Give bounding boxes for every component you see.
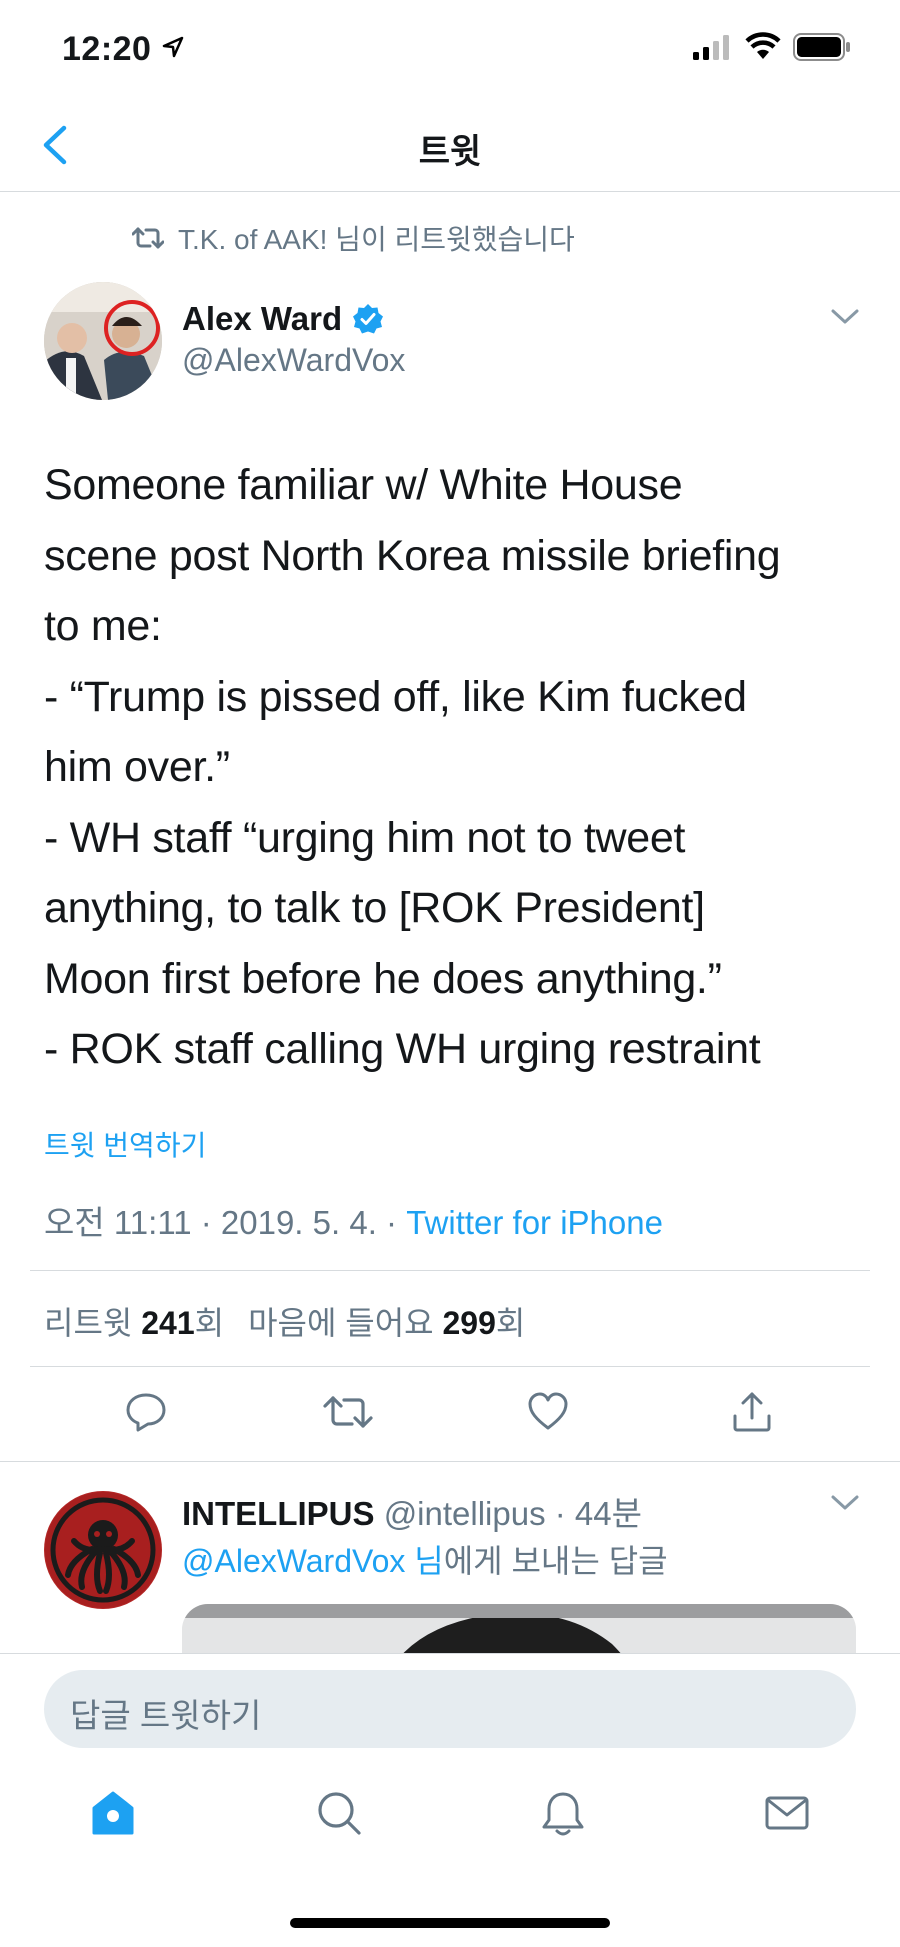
reply-header: INTELLIPUS @intellipus · 44분 <box>182 1487 642 1535</box>
like-count: 299 <box>442 1305 496 1341</box>
tweet-line: - ROK staff calling WH urging restraint <box>44 1025 761 1073</box>
hydra-logo-icon <box>45 1492 161 1608</box>
home-indicator <box>290 1918 610 1928</box>
chevron-down-icon[interactable] <box>830 1494 860 1512</box>
bottom-panel: 답글 트윗하기 <box>0 1653 900 1947</box>
reply-compose-input[interactable]: 답글 트윗하기 <box>44 1670 856 1748</box>
replying-to: @AlexWardVox 님에게 보내는 답글 <box>182 1536 668 1582</box>
author-name[interactable]: Alex Ward <box>182 300 384 338</box>
tweet-line: him over.” <box>44 743 230 791</box>
retweet-context-label: T.K. of AAK! 님이 리트윗했습니다 <box>178 224 575 255</box>
status-bar: 12:20 <box>0 0 900 100</box>
reply-avatar[interactable] <box>44 1491 162 1609</box>
avatar-photo <box>44 282 162 400</box>
reply-mention-link[interactable]: @AlexWardVox 님 <box>182 1543 444 1579</box>
location-arrow-icon <box>162 36 184 58</box>
tweet-text: Someone familiar w/ White House scene po… <box>44 450 864 1085</box>
tweet-timestamp: 오전 11:11 · 2019. 5. 4. · <box>44 1204 407 1241</box>
reply-handle[interactable]: @intellipus <box>384 1495 546 1532</box>
cellular-signal-icon <box>693 35 729 60</box>
tweet-stats: 리트윗 241회 마음에 들어요 299회 <box>44 1298 525 1344</box>
divider <box>30 1366 870 1367</box>
verified-badge-icon <box>353 304 384 334</box>
divider <box>0 1461 900 1462</box>
messages-envelope-icon[interactable] <box>764 1790 810 1836</box>
like-heart-icon[interactable] <box>526 1390 570 1434</box>
author-handle[interactable]: @AlexWardVox <box>182 342 405 379</box>
like-stat-label: 마음에 들어요 <box>248 1305 443 1341</box>
status-time: 12:20 <box>62 30 152 68</box>
retweet-context[interactable]: T.K. of AAK! 님이 리트윗했습니다 <box>132 218 575 258</box>
tweet-action-bar <box>0 1390 900 1450</box>
notifications-bell-icon[interactable] <box>540 1790 586 1838</box>
tweet-line: - “Trump is pissed off, like Kim fucked <box>44 672 747 721</box>
translate-tweet-link[interactable]: 트윗 번역하기 <box>44 1124 206 1164</box>
page-title: 트윗 <box>418 133 482 171</box>
retweet-icon[interactable] <box>322 1390 374 1434</box>
chevron-down-icon[interactable] <box>830 308 860 326</box>
like-stat-suffix: 회 <box>495 1305 526 1341</box>
tweet-line: Someone familiar w/ White House <box>44 461 683 509</box>
avatar[interactable] <box>44 282 162 400</box>
author-name-text: Alex Ward <box>182 300 343 337</box>
divider <box>30 1270 870 1271</box>
tweet-source-link[interactable]: Twitter for iPhone <box>406 1204 663 1241</box>
retweet-icon <box>132 227 164 249</box>
tweet-line: anything, to talk to [ROK President] <box>44 884 705 932</box>
replying-to-label: 에게 보내는 답글 <box>443 1543 668 1579</box>
likes-stat[interactable]: 마음에 들어요 299회 <box>248 1305 525 1341</box>
search-icon[interactable] <box>316 1790 362 1836</box>
tweet-line: scene post North Korea missile briefing <box>44 531 781 580</box>
wifi-icon <box>745 32 781 59</box>
tweet-line: - WH staff “urging him not to tweet <box>44 813 686 862</box>
retweet-stat-label: 리트윗 <box>44 1305 142 1341</box>
battery-icon <box>793 33 850 61</box>
tweet-meta: 오전 11:11 · 2019. 5. 4. · Twitter for iPh… <box>44 1196 663 1244</box>
reply-author-name[interactable]: INTELLIPUS <box>182 1495 375 1532</box>
reply-icon[interactable] <box>124 1390 168 1434</box>
tweet-line: to me: <box>44 602 162 650</box>
home-icon[interactable] <box>90 1790 136 1836</box>
retweets-stat[interactable]: 리트윗 241회 <box>44 1305 224 1341</box>
tweet-line: Moon first before he does anything.” <box>44 954 722 1003</box>
retweet-count: 241 <box>141 1305 195 1341</box>
retweet-stat-suffix: 회 <box>194 1305 225 1341</box>
nav-bar: 트윗 <box>0 100 900 192</box>
share-icon[interactable] <box>730 1390 774 1434</box>
reply-age: · 44분 <box>554 1495 642 1532</box>
